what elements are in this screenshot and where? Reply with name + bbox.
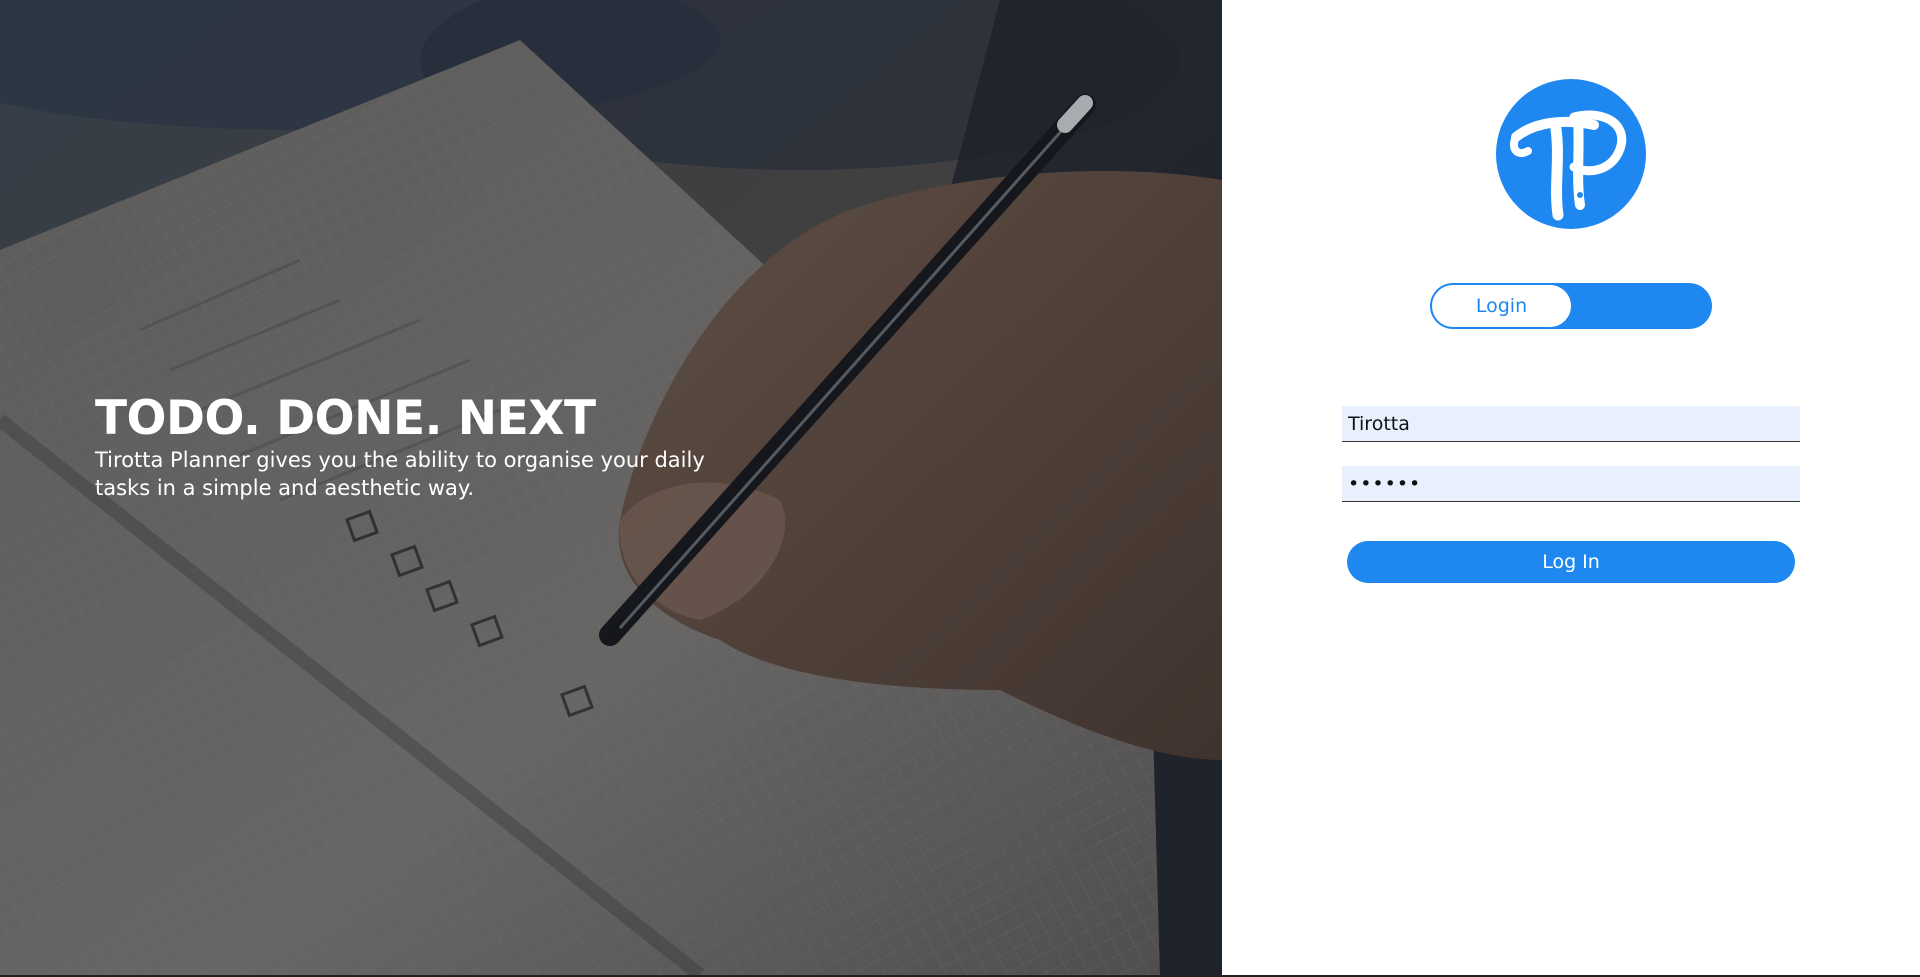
tab-signup[interactable]: [1572, 283, 1712, 329]
login-signup-toggle[interactable]: Login: [1430, 283, 1712, 329]
hero-title: TODO. DONE. NEXT: [95, 391, 596, 446]
hero-section: TODO. DONE. NEXT Tirotta Planner gives y…: [0, 0, 1222, 975]
auth-panel: Login Log In: [1222, 0, 1920, 975]
tp-monogram-logo-icon: [1496, 79, 1646, 229]
hero-text: TODO. DONE. NEXT Tirotta Planner gives y…: [95, 392, 715, 502]
hero-subtitle: Tirotta Planner gives you the ability to…: [95, 448, 705, 500]
log-in-button[interactable]: Log In: [1347, 541, 1795, 583]
password-field[interactable]: [1342, 466, 1800, 502]
username-field[interactable]: [1342, 406, 1800, 442]
tab-login[interactable]: Login: [1431, 284, 1572, 328]
login-page: TODO. DONE. NEXT Tirotta Planner gives y…: [0, 0, 1920, 977]
